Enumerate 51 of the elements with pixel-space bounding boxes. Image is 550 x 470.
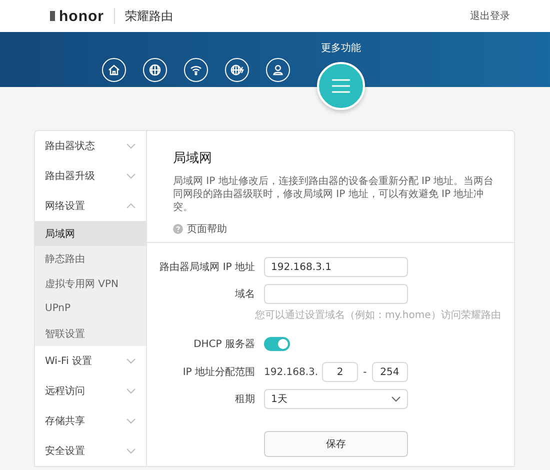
logout-link[interactable]: 退出登录 — [470, 9, 510, 23]
globe-bolt-nav-icon[interactable] — [225, 58, 249, 82]
sidebar-item[interactable]: 网络设置 — [35, 191, 146, 221]
user-nav-icon[interactable] — [266, 58, 290, 82]
domain-field[interactable] — [264, 284, 408, 304]
dhcp-toggle[interactable] — [264, 337, 290, 351]
menu-button[interactable] — [317, 62, 365, 110]
more-features-label: 更多功能 — [321, 42, 361, 55]
chevron-down-icon — [126, 358, 136, 364]
home-nav-icon[interactable] — [102, 58, 126, 82]
field-label: 域名 — [234, 288, 256, 301]
field-label: 路由器局域网 IP 地址 — [158, 260, 256, 274]
chevron-up-icon — [126, 203, 136, 209]
ip-prefix: 192.168.3. — [264, 366, 318, 378]
field-label: DHCP 服务器 — [192, 338, 256, 351]
chevron-down-icon — [126, 143, 136, 149]
brand-logo: honor — [59, 8, 104, 24]
sidebar-subitem[interactable]: 局域网 — [35, 221, 146, 246]
menu-icon — [331, 78, 351, 94]
sidebar-subitem[interactable]: 智联设置 — [35, 321, 146, 346]
field-label: IP 地址分配范围 — [182, 366, 256, 379]
chevron-down-icon — [126, 418, 136, 424]
sidebar-item[interactable]: 安全设置 — [35, 436, 146, 466]
globe-nav-icon[interactable] — [143, 58, 167, 82]
help-icon — [173, 224, 183, 234]
logo-mark-icon — [50, 11, 55, 21]
sidebar-item[interactable]: Wi-Fi 设置 — [35, 346, 146, 376]
sidebar-item[interactable]: 存储共享 — [35, 406, 146, 436]
chevron-down-icon — [391, 396, 401, 402]
sidebar-subitem[interactable]: 虚拟专用网 VPN — [35, 271, 146, 296]
help-link[interactable]: 页面帮助 — [187, 222, 227, 236]
sidebar-item[interactable]: 路由器状态 — [35, 131, 146, 161]
chevron-down-icon — [126, 448, 136, 454]
range-start-field[interactable]: 2 — [322, 362, 358, 382]
product-name: 荣耀路由 — [125, 8, 173, 24]
wifi-nav-icon[interactable] — [184, 58, 208, 82]
lease-dropdown[interactable]: 1天 — [264, 389, 408, 409]
chevron-down-icon — [126, 173, 136, 179]
sidebar-item[interactable]: 远程访问 — [35, 376, 146, 406]
save-button[interactable]: 保存 — [264, 431, 408, 457]
sidebar-subitem[interactable]: UPnP — [35, 296, 146, 321]
chevron-down-icon — [126, 388, 136, 394]
sidebar-subitem[interactable]: 静态路由 — [35, 246, 146, 271]
domain-hint: 您可以通过设置域名（例如：my.home）访问荣耀路由 — [255, 308, 502, 322]
sidebar-item[interactable]: 路由器升级 — [35, 161, 146, 191]
range-end-field[interactable]: 254 — [372, 362, 408, 382]
page-title: 局域网 — [173, 150, 213, 167]
field-label: 租期 — [234, 392, 256, 406]
ip-address-field[interactable]: 192.168.3.1 — [264, 257, 408, 277]
range-dash: - — [363, 366, 367, 378]
page-description: 局域网 IP 地址修改后，连接到路由器的设备会重新分配 IP 地址。当两台同网段的路由器级联时，修改局域网 IP 地址，可以有效避免 IP 地址冲突。 — [173, 175, 495, 214]
